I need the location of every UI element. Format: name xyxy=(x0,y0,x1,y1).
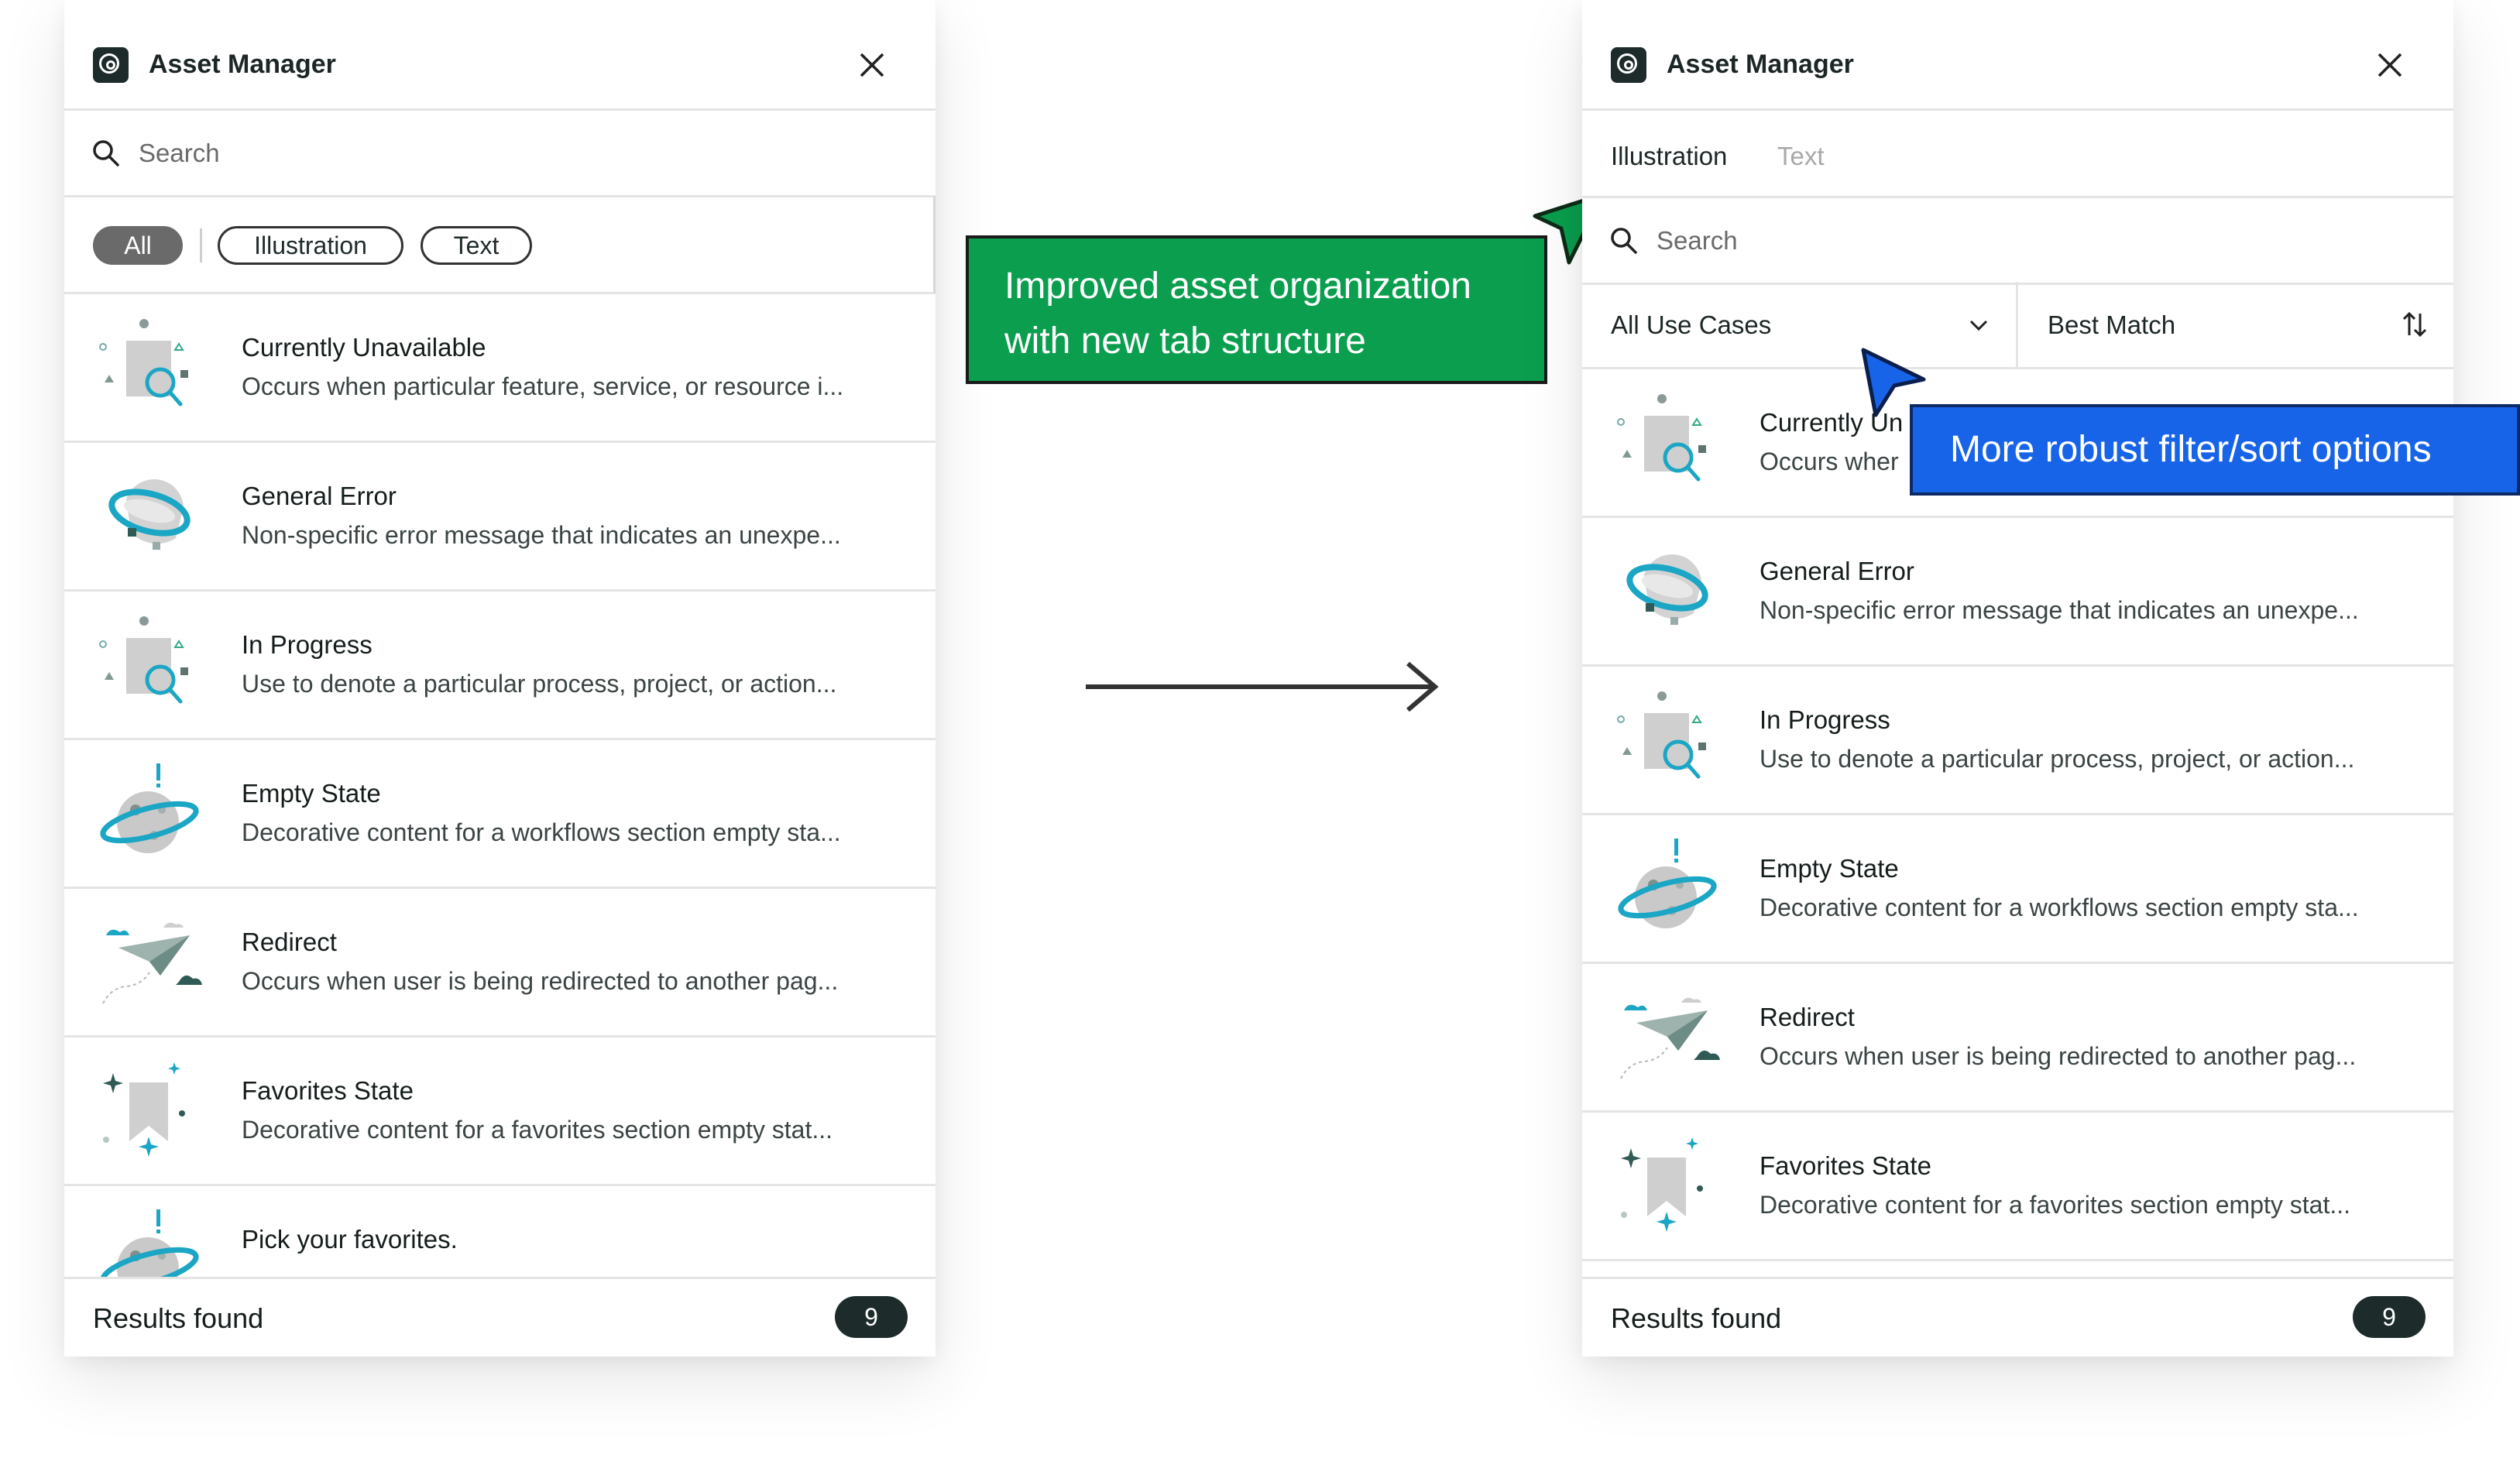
search-icon xyxy=(93,140,119,166)
chevron-down-icon xyxy=(1969,320,1988,331)
asset-list: Currently Unavailable Occurs when partic… xyxy=(64,294,936,1279)
results-label: Results found xyxy=(93,1302,264,1334)
magnifier-illustration-icon xyxy=(95,613,204,714)
item-title: Pick your favorites. xyxy=(242,1225,458,1254)
search-input[interactable] xyxy=(137,132,837,175)
filter-sort-row: All Use Cases Best Match xyxy=(1582,282,2453,369)
panel-title: Asset Manager xyxy=(1667,50,1854,79)
item-title: Favorites State xyxy=(242,1076,414,1105)
sort-control[interactable]: Best Match xyxy=(2018,282,2453,367)
sort-icon xyxy=(2402,311,2427,338)
tab-text[interactable]: Text xyxy=(1777,142,1825,171)
filter-chips: All Illustration Text xyxy=(64,196,936,294)
panel-title: Asset Manager xyxy=(149,50,336,79)
list-item[interactable]: General Error Non-specific error message… xyxy=(64,443,936,592)
asset-manager-panel-old: Asset Manager All Illustration Text Curr… xyxy=(64,0,936,1357)
list-item[interactable]: Redirect Occurs when user is being redir… xyxy=(1582,964,2453,1113)
paper-plane-illustration-icon xyxy=(1613,986,1722,1086)
item-desc: Decorative content for a workflows secti… xyxy=(242,818,841,846)
search-bar xyxy=(1582,196,2453,285)
list-item[interactable]: Favorites State Decorative content for a… xyxy=(1582,1113,2453,1261)
titlebar: Asset Manager xyxy=(64,0,936,111)
tabs-row: Illustration Text xyxy=(1582,108,2453,198)
arrow-right-icon xyxy=(1086,661,1439,712)
item-title: General Error xyxy=(242,482,397,510)
list-item[interactable]: In Progress Use to denote a particular p… xyxy=(1582,667,2453,815)
paper-plane-illustration-icon xyxy=(95,911,204,1011)
planet-alert-illustration-icon xyxy=(95,1208,204,1279)
magnifier-illustration-icon xyxy=(95,316,204,417)
item-title: Currently Unavailable xyxy=(242,333,486,362)
results-footer: Results found 9 xyxy=(64,1277,936,1357)
list-item[interactable]: General Error Non-specific error message… xyxy=(1582,518,2453,667)
list-item[interactable]: Currently Unavailable Occurs when partic… xyxy=(64,294,936,443)
chip-all[interactable]: All xyxy=(93,226,183,265)
magnifier-illustration-icon xyxy=(1613,391,1722,492)
asset-list: Currently Un Occurs wher General Error N… xyxy=(1582,369,2453,1279)
bookmark-illustration-icon xyxy=(1613,1134,1722,1235)
search-input[interactable] xyxy=(1655,219,2355,262)
item-title: Favorites State xyxy=(1760,1151,1931,1180)
item-title: Empty State xyxy=(242,779,381,808)
results-label: Results found xyxy=(1611,1302,1782,1334)
search-bar xyxy=(64,108,936,197)
search-icon xyxy=(1611,228,1637,254)
app-logo-icon xyxy=(1611,47,1646,83)
item-desc: Occurs when user is being redirected to … xyxy=(242,967,839,995)
list-item[interactable]: In Progress Use to denote a particular p… xyxy=(64,592,936,740)
close-icon[interactable] xyxy=(853,46,891,84)
item-desc: Decorative content for a favorites secti… xyxy=(242,1116,833,1144)
ringed-planet-illustration-icon xyxy=(95,465,204,565)
list-item[interactable]: Empty State Decorative content for a wor… xyxy=(1582,815,2453,964)
close-icon[interactable] xyxy=(2371,46,2408,84)
list-item[interactable]: Favorites State Decorative content for a… xyxy=(64,1038,936,1186)
app-logo-icon xyxy=(93,47,129,83)
planet-alert-illustration-icon xyxy=(1613,837,1722,938)
item-desc: Decorative content for a favorites secti… xyxy=(1760,1191,2351,1219)
dropdown-label: All Use Cases xyxy=(1611,310,1772,339)
bookmark-illustration-icon xyxy=(95,1059,204,1160)
chip-illustration[interactable]: Illustration xyxy=(218,226,403,265)
ringed-planet-illustration-icon xyxy=(1613,540,1722,640)
results-count-badge: 9 xyxy=(2353,1296,2426,1338)
item-desc: Decorative content for a workflows secti… xyxy=(1760,893,2359,921)
results-footer: Results found 9 xyxy=(1582,1277,2453,1357)
tab-illustration[interactable]: Illustration xyxy=(1611,142,1727,171)
item-title: In Progress xyxy=(242,630,373,659)
list-item[interactable]: Redirect Occurs when user is being redir… xyxy=(64,889,936,1038)
planet-alert-illustration-icon xyxy=(95,762,204,863)
callout-filter-sort: More robust filter/sort options xyxy=(1910,404,2520,496)
list-item[interactable]: Empty State Decorative content for a wor… xyxy=(64,740,936,889)
item-desc: Non-specific error message that indicate… xyxy=(1760,596,2359,624)
item-title: General Error xyxy=(1760,557,1914,585)
callout-tab-structure: Improved asset organization with new tab… xyxy=(966,235,1547,384)
item-desc: Use to denote a particular process, proj… xyxy=(242,670,837,698)
magnifier-illustration-icon xyxy=(1613,688,1722,789)
item-title: In Progress xyxy=(1760,705,1890,734)
asset-manager-panel-new: Asset Manager Illustration Text All Use … xyxy=(1582,0,2453,1357)
list-item[interactable]: Pick your favorites. xyxy=(64,1186,936,1279)
callout-line: Improved asset organization xyxy=(1004,266,1471,307)
use-case-dropdown[interactable]: All Use Cases xyxy=(1582,282,2018,367)
chip-divider xyxy=(200,228,202,262)
item-title: Redirect xyxy=(242,928,337,956)
item-desc: Occurs when particular feature, service,… xyxy=(242,372,844,400)
item-desc: Use to denote a particular process, proj… xyxy=(1760,745,2355,773)
item-title: Empty State xyxy=(1760,854,1899,883)
sort-label: Best Match xyxy=(2048,310,2176,339)
item-desc: Non-specific error message that indicate… xyxy=(242,521,841,549)
item-desc: Occurs when user is being redirected to … xyxy=(1760,1042,2357,1070)
callout-line: with new tab structure xyxy=(1004,321,1366,362)
item-title: Redirect xyxy=(1760,1003,1855,1031)
chip-text[interactable]: Text xyxy=(421,226,532,265)
titlebar: Asset Manager xyxy=(1582,0,2453,111)
results-count-badge: 9 xyxy=(835,1296,908,1338)
